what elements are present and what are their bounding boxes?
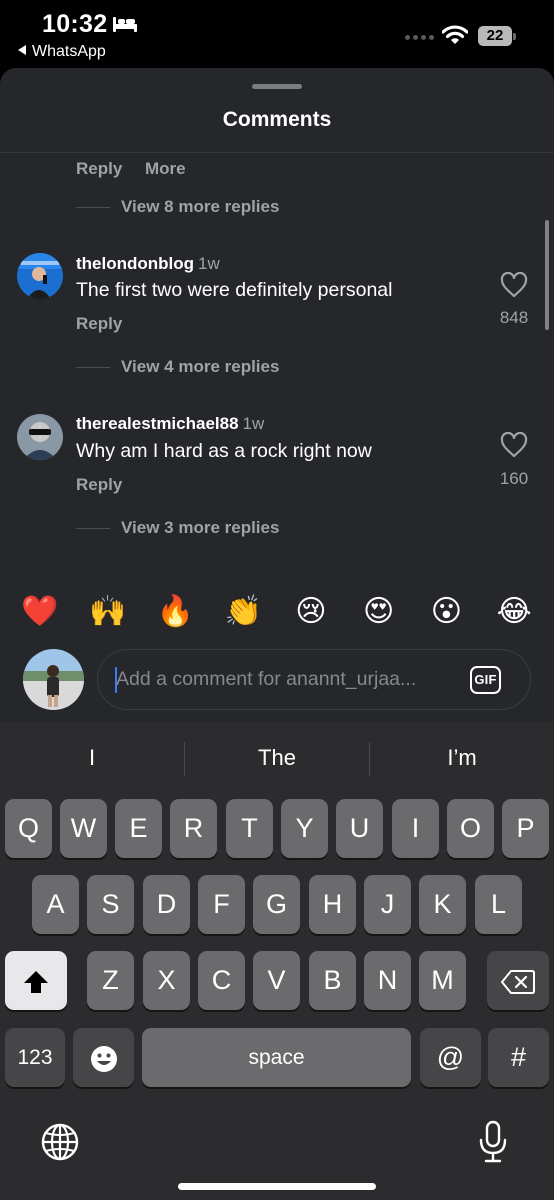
key-r[interactable]: R xyxy=(170,799,217,858)
emoji-fire[interactable]: 🔥 xyxy=(150,588,200,636)
globe-icon[interactable] xyxy=(40,1122,80,1162)
key-s[interactable]: S xyxy=(87,875,134,934)
wifi-icon xyxy=(442,25,468,44)
divider xyxy=(0,152,554,153)
comment-text: The first two were definitely personal xyxy=(76,279,393,301)
view-more-replies-button[interactable]: View 3 more replies xyxy=(121,518,279,538)
comment-timestamp: 1w xyxy=(198,254,220,273)
key-g[interactable]: G xyxy=(253,875,300,934)
battery-icon: 22 xyxy=(478,26,516,46)
key-x[interactable]: X xyxy=(143,951,190,1010)
comment-composer[interactable]: GIF xyxy=(97,649,531,710)
emoji-bar: ❤️ 🙌 🔥 👏 😢 😍 😮 😂 xyxy=(0,588,554,636)
status-time: 10:32 xyxy=(42,10,108,38)
reply-button[interactable]: Reply xyxy=(76,159,122,179)
key-u[interactable]: U xyxy=(336,799,383,858)
key-z[interactable]: Z xyxy=(87,951,134,1010)
key-p[interactable]: P xyxy=(502,799,549,858)
back-app-label: WhatsApp xyxy=(32,43,106,60)
delete-key[interactable] xyxy=(487,951,549,1010)
key-a[interactable]: A xyxy=(32,875,79,934)
emoji-red-heart[interactable]: ❤️ xyxy=(15,588,65,636)
keyboard: I The I’m Q W E R T Y U I O P A S D F G … xyxy=(0,722,554,1200)
heart-icon[interactable] xyxy=(500,272,528,298)
view-more-replies-button[interactable]: View 8 more replies xyxy=(121,197,279,217)
view-more-replies-button[interactable]: View 4 more replies xyxy=(121,357,279,377)
like-count: 848 xyxy=(499,308,529,327)
back-to-app-link[interactable]: WhatsApp xyxy=(18,43,106,61)
gif-button[interactable]: GIF xyxy=(470,666,501,694)
comment-text: Why am I hard as a rock right now xyxy=(76,440,372,462)
status-bar: 10:32 WhatsApp 22 xyxy=(0,0,554,68)
key-n[interactable]: N xyxy=(364,951,411,1010)
emoji-heart-eyes[interactable]: 😍 xyxy=(354,588,404,636)
sheet-grabber[interactable] xyxy=(252,84,302,89)
cellular-signal-icon xyxy=(405,35,434,40)
heart-icon[interactable] xyxy=(500,432,528,458)
suggestion-item[interactable]: The xyxy=(185,736,369,780)
key-f[interactable]: F xyxy=(198,875,245,934)
emoji-raising-hands[interactable]: 🙌 xyxy=(83,588,133,636)
battery-level: 22 xyxy=(478,26,512,46)
sheet-title: Comments xyxy=(222,108,332,131)
shift-key[interactable] xyxy=(5,951,67,1010)
key-k[interactable]: K xyxy=(419,875,466,934)
home-indicator[interactable] xyxy=(178,1183,376,1190)
key-d[interactable]: D xyxy=(143,875,190,934)
comment-username[interactable]: therealestmichael88 1w xyxy=(76,414,264,434)
key-b[interactable]: B xyxy=(309,951,356,1010)
reply-button[interactable]: Reply xyxy=(76,314,122,334)
key-l[interactable]: L xyxy=(475,875,522,934)
key-h[interactable]: H xyxy=(309,875,356,934)
comments-sheet: Comments Reply More View 8 more replies … xyxy=(0,68,554,722)
key-w[interactable]: W xyxy=(60,799,107,858)
avatar[interactable] xyxy=(17,253,63,299)
emoji-key[interactable] xyxy=(73,1028,134,1087)
key-m[interactable]: M xyxy=(419,951,466,1010)
key-i[interactable]: I xyxy=(392,799,439,858)
key-c[interactable]: C xyxy=(198,951,245,1010)
key-j[interactable]: J xyxy=(364,875,411,934)
reply-button[interactable]: Reply xyxy=(76,475,122,495)
avatar[interactable] xyxy=(17,414,63,460)
divider xyxy=(76,528,110,529)
scrollbar[interactable] xyxy=(545,220,549,330)
backspace-icon xyxy=(501,969,535,994)
key-y[interactable]: Y xyxy=(281,799,328,858)
emoji-surprised-face[interactable]: 😮 xyxy=(421,588,471,636)
suggestion-item[interactable]: I’m xyxy=(370,736,554,780)
predictive-bar: I The I’m xyxy=(0,736,554,780)
bed-icon xyxy=(113,17,137,32)
key-t[interactable]: T xyxy=(226,799,273,858)
numbers-key[interactable]: 123 xyxy=(5,1028,65,1087)
shift-arrow-icon xyxy=(24,970,48,993)
my-avatar xyxy=(23,649,84,710)
key-v[interactable]: V xyxy=(253,951,300,1010)
back-arrow-icon xyxy=(18,45,26,55)
key-e[interactable]: E xyxy=(115,799,162,858)
more-button[interactable]: More xyxy=(145,159,186,179)
suggestion-item[interactable]: I xyxy=(0,736,184,780)
divider xyxy=(76,367,110,368)
emoji-clapping-hands[interactable]: 👏 xyxy=(218,588,268,636)
comment-username[interactable]: thelondonblog 1w xyxy=(76,254,220,274)
key-q[interactable]: Q xyxy=(5,799,52,858)
space-key[interactable]: space xyxy=(142,1028,411,1087)
hash-key[interactable]: # xyxy=(488,1028,549,1087)
key-o[interactable]: O xyxy=(447,799,494,858)
emoji-tears-of-joy[interactable]: 😂 xyxy=(489,588,539,636)
comment-timestamp: 1w xyxy=(242,414,265,433)
emoji-crying-face[interactable]: 😢 xyxy=(286,588,336,636)
at-key[interactable]: @ xyxy=(420,1028,481,1087)
smiley-icon xyxy=(90,1045,117,1072)
divider xyxy=(76,207,110,208)
comment-input[interactable] xyxy=(116,650,456,709)
like-count: 160 xyxy=(499,469,529,488)
microphone-icon[interactable] xyxy=(478,1120,508,1164)
